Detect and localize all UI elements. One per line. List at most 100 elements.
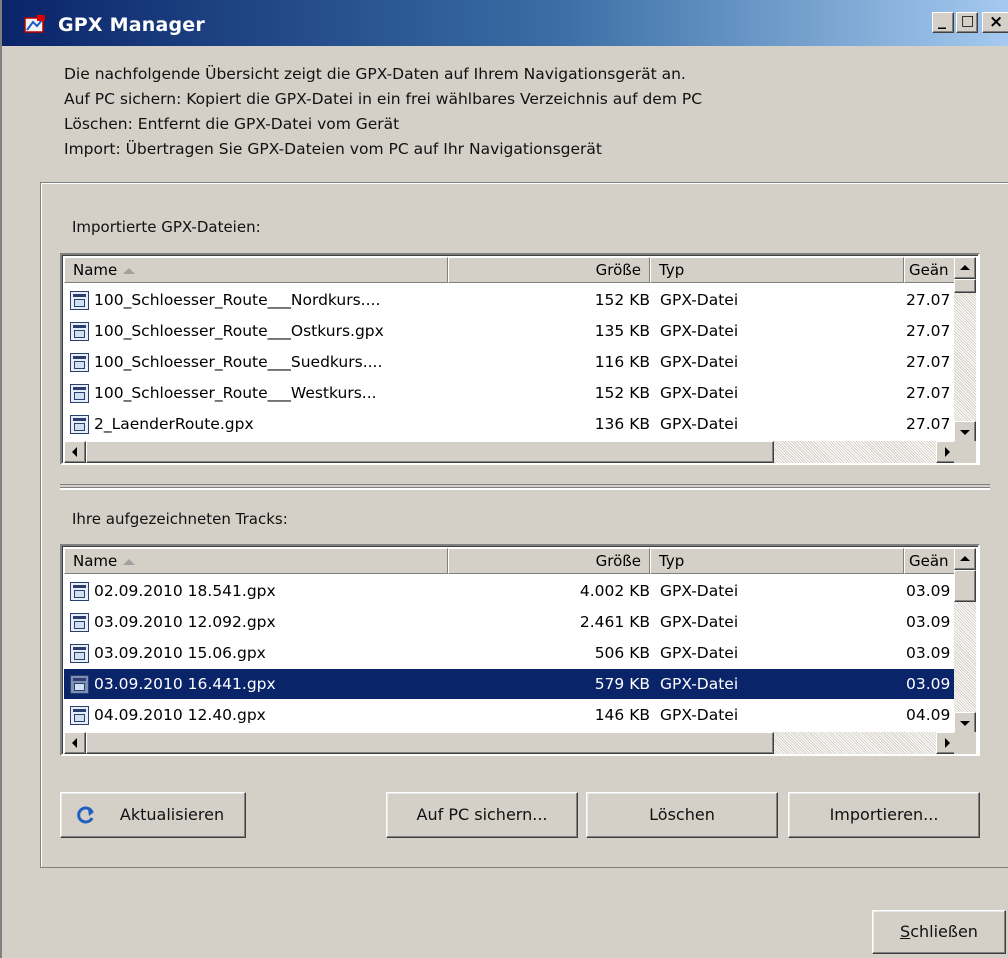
column-header-size[interactable]: Größe: [448, 257, 650, 283]
gpx-file-icon: [70, 353, 89, 372]
list-row[interactable]: 02.09.2010 18.541.gpx 4.002 KB GPX-Datei 03…: [64, 576, 958, 606]
scroll-up-button[interactable]: [954, 257, 976, 279]
file-type: GPX-Datei: [660, 415, 739, 433]
file-size: 4.002 KB: [579, 582, 650, 600]
file-name: 100_Schloesser_Route___Nordkurs....: [94, 291, 381, 309]
file-modified: 27.07: [906, 415, 951, 433]
file-type: GPX-Datei: [660, 384, 739, 402]
file-size: 116 KB: [594, 353, 650, 371]
list-row[interactable]: 100_Schloesser_Route___Westkurs... 152 KB…: [64, 378, 958, 408]
close-window-button[interactable]: ×: [982, 12, 1008, 33]
file-name: 04.09.2010 12.40.gpx: [94, 706, 266, 724]
file-type: GPX-Datei: [660, 675, 739, 693]
refresh-label: Aktualisieren: [119, 805, 225, 824]
file-size: 136 KB: [594, 415, 650, 433]
arrow-left-icon: [72, 447, 77, 457]
arrow-up-icon: [960, 556, 970, 561]
file-name: 03.09.2010 15.06.gpx: [94, 644, 266, 662]
intro-line: Auf PC sichern: Kopiert die GPX-Datei in…: [64, 90, 703, 108]
list-row[interactable]: 2_LaenderRoute.gpx 136 KB GPX-Datei 27.07: [64, 409, 958, 439]
file-modified: 03.09: [906, 675, 951, 693]
close-mnemonic: S: [900, 922, 911, 941]
file-name: 2_LaenderRoute.gpx: [94, 415, 254, 433]
scroll-up-button[interactable]: [954, 548, 976, 570]
file-name: 03.09.2010 12.092.gpx: [94, 613, 276, 631]
close-button[interactable]: Schließen: [872, 910, 1006, 954]
minimize-button[interactable]: _: [932, 10, 954, 33]
refresh-icon: [77, 806, 94, 824]
column-header-type[interactable]: Typ: [650, 257, 904, 283]
column-header-size[interactable]: Größe: [448, 548, 650, 574]
file-name: 100_Schloesser_Route___Ostkurs.gpx: [94, 322, 384, 340]
import-button[interactable]: Importieren...: [788, 792, 980, 838]
file-modified: 27.07: [906, 322, 951, 340]
scroll-left-button[interactable]: [64, 732, 86, 754]
column-header-modified[interactable]: Geän: [904, 257, 960, 283]
list-row[interactable]: 03.09.2010 15.06.gpx 506 KB GPX-Datei 03.09: [64, 638, 958, 668]
list-row[interactable]: 04.09.2010 12.40.gpx 146 KB GPX-Datei 04.09: [64, 700, 958, 730]
close-label: chließen: [910, 922, 978, 941]
file-modified: 04.09: [906, 706, 951, 724]
file-name: 100_Schloesser_Route___Suedkurs....: [94, 353, 383, 371]
file-name: 100_Schloesser_Route___Westkurs...: [94, 384, 377, 402]
file-size: 506 KB: [594, 644, 650, 662]
gpx-manager-window: GPX Manager _ □ × Die nachfolgende Übers…: [0, 0, 1008, 958]
horizontal-scrollbar[interactable]: [64, 732, 958, 754]
list-row[interactable]: 100_Schloesser_Route___Ostkurs.gpx 135 KB…: [64, 316, 958, 346]
delete-button[interactable]: Löschen: [586, 792, 778, 838]
gpx-file-icon: [70, 644, 89, 663]
vertical-scrollbar[interactable]: [954, 548, 976, 734]
imported-files-label: Importierte GPX-Dateien:: [72, 218, 261, 236]
window-title: GPX Manager: [58, 14, 205, 36]
file-name: 02.09.2010 18.541.gpx: [94, 582, 276, 600]
list-row[interactable]: 03.09.2010 16.441.gpx 579 KB GPX-Datei 03.0…: [64, 669, 958, 699]
close-icon: ×: [989, 12, 1004, 32]
file-type: GPX-Datei: [660, 322, 739, 340]
scroll-thumb[interactable]: [954, 279, 976, 293]
column-header-type[interactable]: Typ: [650, 548, 904, 574]
list-row[interactable]: 100_Schloesser_Route___Nordkurs.... 152 K…: [64, 285, 958, 315]
imported-files-list[interactable]: Name Größe Typ Geän 100_Schloesser_Route…: [60, 253, 980, 465]
recorded-tracks-list[interactable]: Name Größe Typ Geän 02.09.2010 18.541.gp…: [60, 544, 980, 756]
intro-text: Die nachfolgende Übersicht zeigt die GPX…: [64, 62, 702, 162]
arrow-left-icon: [72, 738, 77, 748]
arrow-down-icon: [960, 721, 970, 726]
save-to-pc-button[interactable]: Auf PC sichern...: [386, 792, 578, 838]
scrollbar-corner: [954, 732, 976, 754]
file-modified: 03.09: [906, 613, 951, 631]
scroll-down-button[interactable]: [954, 421, 976, 443]
intro-line: Die nachfolgende Übersicht zeigt die GPX…: [64, 65, 686, 83]
minimize-icon: _: [938, 10, 946, 29]
horizontal-scrollbar[interactable]: [64, 441, 958, 463]
file-modified: 27.07: [906, 384, 951, 402]
scroll-down-button[interactable]: [954, 712, 976, 734]
column-header-modified[interactable]: Geän: [904, 548, 960, 574]
list-header: Name Größe Typ Geän: [64, 257, 978, 283]
list-row[interactable]: 03.09.2010 12.092.gpx 2.461 KB GPX-Datei 03…: [64, 607, 958, 637]
gpx-file-icon: [70, 706, 89, 725]
vertical-scrollbar[interactable]: [954, 257, 976, 443]
scroll-thumb[interactable]: [954, 570, 976, 602]
column-header-name[interactable]: Name: [64, 548, 448, 574]
list-splitter[interactable]: [60, 484, 990, 490]
maximize-icon: □: [961, 13, 975, 29]
title-bar[interactable]: GPX Manager _ □ ×: [2, 0, 1008, 46]
maximize-button[interactable]: □: [956, 12, 978, 33]
file-type: GPX-Datei: [660, 706, 739, 724]
column-header-name[interactable]: Name: [64, 257, 448, 283]
list-row[interactable]: 100_Schloesser_Route___Suedkurs.... 116 K…: [64, 347, 958, 377]
horizontal-scroll-thumb[interactable]: [86, 441, 774, 463]
gpx-file-icon: [70, 415, 89, 434]
horizontal-scroll-thumb[interactable]: [86, 732, 774, 754]
scrollbar-corner: [954, 441, 976, 463]
gpx-file-icon: [70, 291, 89, 310]
file-modified: 27.07: [906, 353, 951, 371]
scroll-left-button[interactable]: [64, 441, 86, 463]
file-size: 146 KB: [594, 706, 650, 724]
file-size: 152 KB: [594, 384, 650, 402]
gpx-file-icon: [70, 322, 89, 341]
intro-line: Löschen: Entfernt die GPX-Datei vom Gerä…: [64, 115, 400, 133]
refresh-button[interactable]: Aktualisieren: [60, 792, 246, 838]
arrow-up-icon: [960, 265, 970, 270]
file-modified: 03.09: [906, 582, 951, 600]
